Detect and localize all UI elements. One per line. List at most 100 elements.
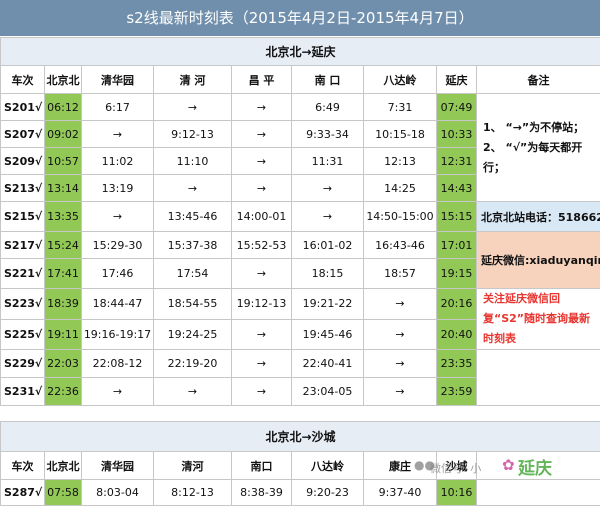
arrival-time: 23:59 bbox=[436, 377, 477, 406]
stop-time: 10:15-18 bbox=[363, 120, 437, 148]
column-header: 备注 bbox=[475, 65, 600, 94]
stop-time: 15:37-38 bbox=[153, 231, 232, 259]
stop-time: → bbox=[231, 318, 292, 350]
arrival-time: 14:43 bbox=[436, 174, 477, 202]
departure-time: 22:36 bbox=[44, 377, 82, 406]
departure-time: 22:03 bbox=[44, 349, 82, 378]
column-header: 清华园 bbox=[81, 65, 154, 94]
arrival-time: 20:16 bbox=[436, 288, 477, 320]
stop-time: → bbox=[81, 120, 154, 148]
column-header: 昌 平 bbox=[231, 65, 292, 94]
arrival-time: 07:49 bbox=[436, 93, 477, 121]
table-row: S223√ 18:39 18:44-47 18:54-55 19:12-13 19:21-… bbox=[0, 288, 600, 350]
stop-time: 22:08-12 bbox=[81, 349, 154, 378]
table-row: S217√ 15:24 15:29-30 15:37-38 15:52-53 16:01-… bbox=[0, 231, 600, 289]
departure-time: 13:35 bbox=[44, 201, 82, 232]
column-header: 北京北 bbox=[44, 65, 82, 94]
stop-time: 15:29-30 bbox=[81, 231, 154, 259]
table-row: S287√ 07:58 8:03-04 8:12-13 8:38-39 9:20… bbox=[0, 479, 600, 506]
arrival-time: 17:01 bbox=[436, 231, 477, 259]
stop-time: 19:21-22 bbox=[291, 288, 364, 320]
arrival-time: 12:31 bbox=[436, 147, 477, 175]
stop-time: → bbox=[363, 377, 437, 406]
stop-time: 9:12-13 bbox=[153, 120, 232, 148]
stop-time: 18:57 bbox=[363, 258, 437, 289]
stop-time: 18:44-47 bbox=[81, 288, 154, 320]
legend-line: 1、 “→”为不停站； bbox=[483, 120, 585, 134]
arrival-time: 10:33 bbox=[436, 120, 477, 148]
table-row: S201√ 06:12 6:17 → → 6:49 7:31 07:49 1、 “→”为不停站；… bbox=[0, 93, 600, 202]
stop-time: 16:43-46 bbox=[363, 231, 437, 259]
schedule-table-shacheng: 北京北→沙城 车次 北京北 清华园 清河 南口 八达岭 康庄 沙城 S287√ … bbox=[0, 421, 600, 506]
arrival-time: 10:16 bbox=[436, 479, 477, 506]
stop-time: → bbox=[363, 318, 437, 350]
stop-time: → bbox=[81, 377, 154, 406]
departure-time: 15:24 bbox=[44, 231, 82, 259]
stop-time: 19:45-46 bbox=[291, 318, 364, 350]
stop-time: 11:31 bbox=[291, 147, 364, 175]
stop-time: 14:25 bbox=[363, 174, 437, 202]
column-header: 延庆 bbox=[436, 65, 477, 94]
stop-time: 18:54-55 bbox=[153, 288, 232, 320]
stop-time: → bbox=[231, 349, 292, 378]
stop-time: 11:02 bbox=[81, 147, 154, 175]
departure-time: 18:39 bbox=[44, 288, 82, 320]
wechat-note: 延庆微信:xiaduyanqing bbox=[475, 231, 600, 289]
stop-time: 6:49 bbox=[291, 93, 364, 121]
stop-time: → bbox=[153, 174, 232, 202]
stop-time: 13:19 bbox=[81, 174, 154, 202]
train-code: S201√ bbox=[0, 93, 45, 121]
stop-time: 11:10 bbox=[153, 147, 232, 175]
stop-time: 14:50-15:00 bbox=[363, 201, 437, 232]
column-header: 八达岭 bbox=[291, 451, 364, 480]
stop-time: 22:19-20 bbox=[153, 349, 232, 378]
train-code: S225√ bbox=[0, 318, 45, 350]
column-header: 车次 bbox=[0, 451, 45, 480]
stop-time: 6:17 bbox=[81, 93, 154, 121]
stop-time: → bbox=[153, 377, 232, 406]
train-code: S231√ bbox=[0, 377, 45, 406]
stop-time: 19:24-25 bbox=[153, 318, 232, 350]
stop-time: 19:16-19:17 bbox=[81, 318, 154, 350]
train-code: S221√ bbox=[0, 258, 45, 289]
train-code: S209√ bbox=[0, 147, 45, 175]
departure-time: 09:02 bbox=[44, 120, 82, 148]
arrival-time: 15:15 bbox=[436, 201, 477, 232]
table-header-row: 车次 北京北 清华园 清 河 昌 平 南 口 八达岭 延庆 备注 bbox=[0, 65, 600, 94]
stop-time: → bbox=[291, 174, 364, 202]
departure-time: 19:11 bbox=[44, 318, 82, 350]
stop-time: 8:12-13 bbox=[153, 479, 232, 506]
column-header: 八达岭 bbox=[363, 65, 437, 94]
stop-time: → bbox=[231, 93, 292, 121]
train-code: S229√ bbox=[0, 349, 45, 378]
stop-time: → bbox=[231, 377, 292, 406]
column-header: 康庄 bbox=[363, 451, 437, 480]
stop-time: 19:12-13 bbox=[231, 288, 292, 320]
stop-time: → bbox=[153, 93, 232, 121]
stop-time: 17:54 bbox=[153, 258, 232, 289]
stop-time: → bbox=[231, 147, 292, 175]
stop-time: → bbox=[363, 288, 437, 320]
stop-time: 14:00-01 bbox=[231, 201, 292, 232]
section-title: 北京北→延庆 bbox=[0, 37, 600, 66]
stop-time: → bbox=[231, 120, 292, 148]
stop-time: 9:37-40 bbox=[363, 479, 437, 506]
stop-time: → bbox=[81, 201, 154, 232]
stop-time: 12:13 bbox=[363, 147, 437, 175]
schedule-table-yanqing: 北京北→延庆 车次 北京北 清华园 清 河 昌 平 南 口 八达岭 延庆 备注 … bbox=[0, 37, 600, 406]
stop-time: 9:20-23 bbox=[291, 479, 364, 506]
stop-time: 15:52-53 bbox=[231, 231, 292, 259]
stop-time: 23:04-05 bbox=[291, 377, 364, 406]
train-code: S217√ bbox=[0, 231, 45, 259]
section-title: 北京北→沙城 bbox=[0, 421, 600, 452]
stop-time: 8:38-39 bbox=[231, 479, 292, 506]
column-header: 北京北 bbox=[44, 451, 82, 480]
arrival-time: 23:35 bbox=[436, 349, 477, 378]
departure-time: 07:58 bbox=[44, 479, 82, 506]
train-code: S287√ bbox=[0, 479, 45, 506]
departure-time: 13:14 bbox=[44, 174, 82, 202]
stop-time: → bbox=[291, 201, 364, 232]
stop-time: 18:15 bbox=[291, 258, 364, 289]
legend-note: 1、 “→”为不停站； 2、 “√”为每天都开行； bbox=[475, 93, 600, 202]
departure-time: 06:12 bbox=[44, 93, 82, 121]
